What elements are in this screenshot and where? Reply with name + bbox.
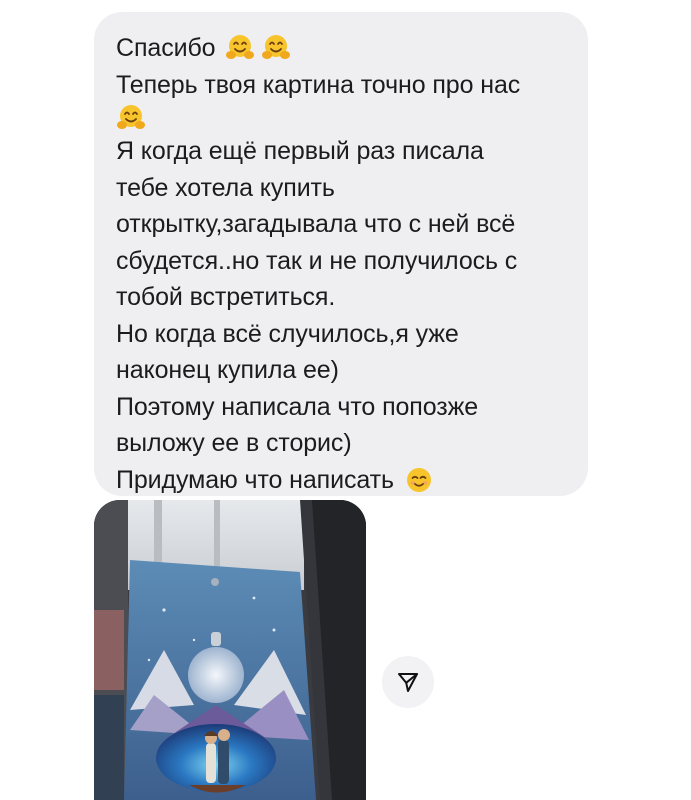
message-line: тебе хотела купить [116, 170, 570, 207]
message-text: Поэтому написала что попозже [116, 392, 479, 421]
message-text: сбудется..но так и не получилось с [116, 246, 518, 275]
message-line [116, 103, 570, 133]
paper-plane-icon [398, 673, 418, 692]
message-line: Я когда ещё первый раз писала [116, 133, 570, 170]
message-bubble[interactable]: Спасибо Теперь твоя картина точно про на… [94, 12, 588, 496]
message-line: Но когда всё случилось,я уже [116, 316, 570, 353]
message-line: выложу ее в сторис) [116, 425, 570, 462]
message-text: выложу ее в сторис) [116, 429, 352, 457]
message-text: тобой встретиться. [116, 283, 336, 311]
hugging-face-icon [261, 33, 291, 63]
message-text: Спасибо [116, 34, 216, 62]
message-text: Но когда всё случилось,я уже [116, 319, 459, 348]
message-line: сбудется..но так и не получилось с [116, 243, 570, 280]
message-line: Поэтому написала что попозже [116, 389, 570, 426]
message-line: Спасибо [116, 30, 570, 67]
message-text: наконец купила ее) [116, 356, 339, 384]
painting-photo-image [94, 500, 366, 800]
message-text: Теперь твоя картина точно про нас [116, 70, 521, 99]
photo-attachment[interactable] [94, 500, 366, 800]
message-text: тебе хотела купить [116, 173, 335, 202]
message-line: Придумаю что написать [116, 462, 570, 499]
share-button[interactable] [382, 656, 434, 708]
message-line: тобой встретиться. [116, 279, 570, 316]
chat-thread: Спасибо Теперь твоя картина точно про на… [0, 0, 691, 800]
message-text: Придумаю что написать [116, 465, 394, 494]
hugging-face-icon [116, 103, 146, 133]
message-text: Я когда ещё первый раз писала [116, 137, 484, 165]
message-line: открытку,загадывала что с ней всё [116, 206, 570, 243]
smiling-face-icon [404, 465, 434, 495]
message-line: наконец купила ее) [116, 352, 570, 389]
message-line: Теперь твоя картина точно про нас [116, 67, 570, 104]
message-text: открытку,загадывала что с ней всё [116, 210, 516, 238]
hugging-face-icon [225, 33, 255, 63]
